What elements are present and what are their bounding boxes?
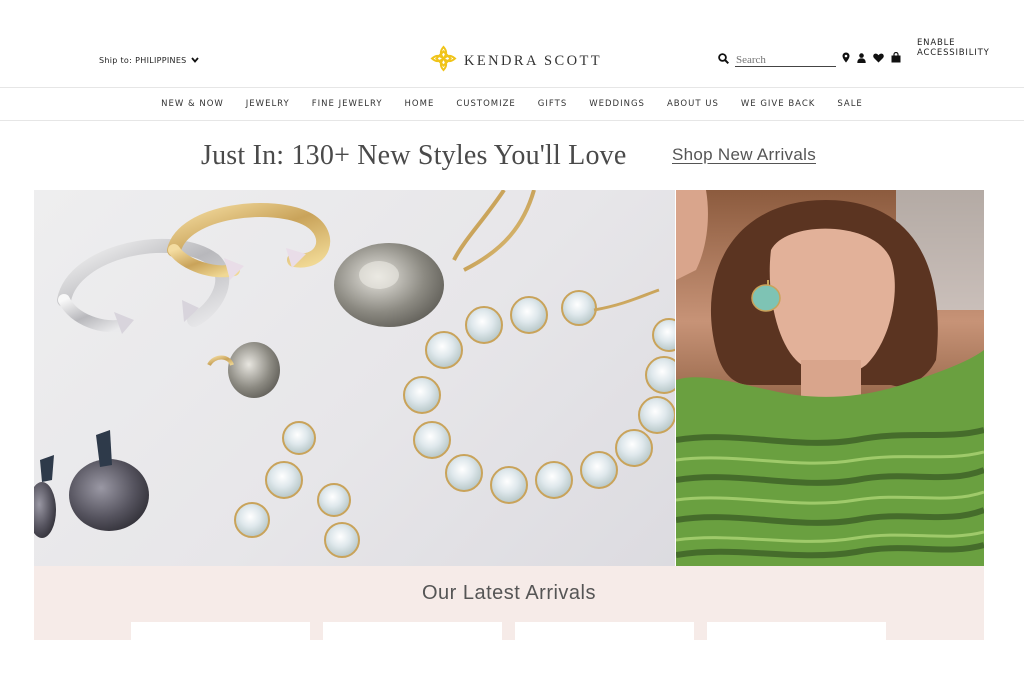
promo-headline: Just In: 130+ New Styles You'll Love [201,140,627,171]
logo-flower-icon [430,45,457,77]
brand-name: KENDRA SCOTT [464,52,602,69]
nav-divider-bottom [0,120,1024,121]
search-bar[interactable] [718,51,836,69]
search-icon[interactable] [718,51,730,69]
nav-item-home[interactable]: HOME [394,99,446,109]
page: ENABLE ACCESSIBILITY Ship to: PHILIPPINE… [0,0,1024,683]
nav-item-we-give-back[interactable]: WE GIVE BACK [730,99,826,109]
nav-item-customize[interactable]: CUSTOMIZE [445,99,526,109]
utility-icons [842,52,901,63]
arrival-card[interactable] [323,622,502,640]
nav-item-fine-jewelry[interactable]: FINE JEWELRY [301,99,394,109]
ship-to-label: Ship to: [99,56,133,65]
enable-accessibility-link[interactable]: ENABLE ACCESSIBILITY [917,38,1024,58]
nav-item-gifts[interactable]: GIFTS [527,99,578,109]
chevron-down-icon [190,56,199,65]
search-input[interactable] [735,53,836,67]
nav-item-new-and-now[interactable]: NEW & NOW [150,99,235,109]
nav-item-about-us[interactable]: ABOUT US [656,99,730,109]
ship-to-country: PHILIPPINES [135,56,187,65]
brand-logo[interactable]: KENDRA SCOTT [430,45,602,77]
arrival-card[interactable] [131,622,310,640]
hero-jewelry-image[interactable] [34,190,675,566]
latest-arrivals-section: Our Latest Arrivals [34,566,984,640]
nav-item-weddings[interactable]: WEDDINGS [578,99,656,109]
ship-to-selector[interactable]: Ship to: PHILIPPINES [99,56,199,65]
main-nav: NEW & NOW JEWELRY FINE JEWELRY HOME CUST… [0,88,1024,120]
heart-icon[interactable] [873,53,884,63]
location-pin-icon[interactable] [842,52,850,63]
nav-item-jewelry[interactable]: JEWELRY [235,99,301,109]
latest-arrivals-title: Our Latest Arrivals [421,582,596,604]
arrival-card[interactable] [515,622,694,640]
arrival-card[interactable] [707,622,886,640]
hero-model-image[interactable] [676,190,984,566]
nav-item-sale[interactable]: SALE [826,99,873,109]
account-icon[interactable] [857,52,866,63]
shop-new-arrivals-link[interactable]: Shop New Arrivals [672,145,816,165]
shopping-bag-icon[interactable] [891,52,901,63]
